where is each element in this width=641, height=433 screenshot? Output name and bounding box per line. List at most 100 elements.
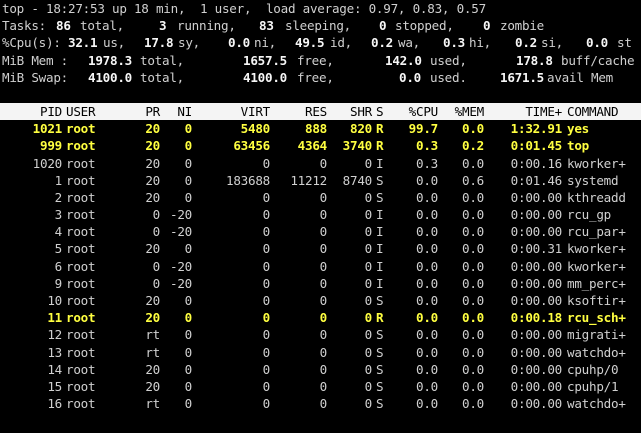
- process-table-header: PID USER PR NI VIRT RES SHR S %CPU %MEM …: [0, 102, 641, 121]
- process-row[interactable]: 11 root 20 0 0 0 0 R 0.0 0.0 0:00.18 rcu_sch+: [0, 309, 641, 326]
- col-cpu[interactable]: %CPU: [388, 103, 439, 120]
- cell-ni: -20: [170, 258, 192, 274]
- cell-mem: 0.0: [462, 121, 484, 137]
- cell-virt: 0: [262, 344, 271, 360]
- tasks-label: Tasks:: [2, 18, 46, 34]
- cell-command: rcu_par+: [567, 224, 626, 240]
- cpu-si: 0.2: [515, 35, 537, 51]
- swap-avail: 1671.5: [500, 69, 544, 85]
- cpu-sy-label: sy,: [178, 35, 200, 51]
- cell-mem: 0.0: [462, 396, 484, 412]
- cell-pr: 0: [152, 258, 161, 274]
- mem-total: 1978.3: [88, 52, 132, 68]
- process-row[interactable]: 1021 root 20 0 5480 888 820 R 99.7 0.0 1:32.91 yes: [0, 120, 641, 137]
- cpu-ni: 0.0: [228, 35, 250, 51]
- cell-shr: 0: [364, 396, 373, 412]
- cell-pr: 20: [145, 310, 160, 326]
- col-mem[interactable]: %MEM: [442, 103, 485, 120]
- cell-res: 0: [319, 344, 328, 360]
- cell-virt: 63456: [233, 138, 270, 154]
- cell-command: kworker+: [567, 155, 626, 171]
- cell-cpu: 0.0: [416, 241, 438, 257]
- cell-ni: 0: [184, 172, 193, 188]
- process-row[interactable]: 15 root 20 0 0 0 0 S 0.0 0.0 0:00.00 cpuhp/1: [0, 378, 641, 395]
- cell-mem: 0.0: [462, 275, 484, 291]
- col-command[interactable]: COMMAND: [567, 103, 619, 120]
- cell-ni: 0: [184, 344, 193, 360]
- col-virt[interactable]: VIRT: [194, 103, 271, 120]
- process-row[interactable]: 10 root 20 0 0 0 0 S 0.0 0.0 0:00.00 ksoftir+: [0, 292, 641, 309]
- cell-state: S: [376, 172, 384, 188]
- cell-command: cpuhp/1: [567, 378, 619, 394]
- cell-ni: 0: [184, 378, 193, 394]
- col-shr[interactable]: SHR: [329, 103, 372, 120]
- cell-command: cpuhp/0: [567, 361, 619, 377]
- cell-command: kthreadd: [567, 189, 626, 205]
- cell-state: S: [376, 361, 384, 377]
- cell-shr: 0: [364, 344, 373, 360]
- cell-mem: 0.0: [462, 344, 484, 360]
- cell-time: 0:00.00: [510, 344, 563, 360]
- cell-command: ksoftir+: [567, 293, 626, 308]
- cell-shr: 0: [364, 241, 373, 257]
- cell-command: kworker+: [567, 258, 626, 274]
- cell-res: 4364: [297, 138, 328, 154]
- cell-virt: 0: [262, 189, 271, 205]
- cell-cpu: 0.0: [416, 344, 438, 360]
- cell-cpu: 0.0: [416, 310, 438, 326]
- process-row[interactable]: 14 root 20 0 0 0 0 S 0.0 0.0 0:00.00 cpuhp/0: [0, 361, 641, 378]
- cell-cpu: 0.0: [416, 378, 438, 394]
- cell-virt: 0: [262, 361, 271, 377]
- cell-pid: 4: [54, 224, 63, 240]
- process-row[interactable]: 13 root rt 0 0 0 0 S 0.0 0.0 0:00.00 watchdo+: [0, 344, 641, 361]
- cell-user: root: [66, 138, 96, 154]
- cell-mem: 0.2: [462, 138, 484, 154]
- process-row[interactable]: 4 root 0 -20 0 0 0 I 0.0 0.0 0:00.00 rcu_par+: [0, 223, 641, 240]
- col-user[interactable]: USER: [66, 103, 96, 120]
- process-row[interactable]: 6 root 0 -20 0 0 0 I 0.0 0.0 0:00.00 kworker+: [0, 258, 641, 275]
- mem-total-label: total,: [140, 52, 184, 68]
- tasks-total: 86: [56, 18, 71, 34]
- cell-virt: 0: [262, 258, 271, 274]
- col-res[interactable]: RES: [272, 103, 327, 120]
- cell-res: 888: [305, 121, 327, 137]
- col-pr[interactable]: PR: [132, 103, 160, 120]
- col-time[interactable]: TIME+: [488, 103, 562, 120]
- mem-used-label: used,: [430, 52, 467, 68]
- tasks-sleeping-label: sleeping,: [285, 18, 351, 34]
- cell-shr: 0: [364, 224, 373, 240]
- cell-time: 1:32.91: [510, 121, 563, 137]
- col-pid[interactable]: PID: [0, 103, 62, 120]
- cell-pid: 5: [54, 241, 63, 257]
- cell-res: 0: [319, 189, 328, 205]
- col-ni[interactable]: NI: [160, 103, 192, 120]
- cpu-sy: 17.8: [144, 35, 174, 51]
- cell-user: root: [66, 172, 96, 188]
- process-row[interactable]: 5 root 20 0 0 0 0 I 0.0 0.0 0:00.31 kworker+: [0, 240, 641, 257]
- cell-virt: 0: [262, 396, 271, 412]
- tasks-stopped: 0: [379, 18, 387, 34]
- process-row[interactable]: 1 root 20 0 183688 11212 8740 S 0.0 0.6 0:01.46 sys…: [0, 172, 641, 189]
- process-row[interactable]: 16 root rt 0 0 0 0 S 0.0 0.0 0:00.00 watchdo+: [0, 395, 641, 412]
- cell-time: 0:01.45: [510, 138, 563, 154]
- cell-pid: 1: [54, 172, 63, 188]
- cell-cpu: 0.0: [416, 275, 438, 291]
- process-row[interactable]: 1020 root 20 0 0 0 0 I 0.3 0.0 0:00.16 kworker+: [0, 155, 641, 172]
- cell-command: rcu_sch+: [567, 310, 626, 326]
- cell-pid: 11: [47, 310, 62, 326]
- tasks-total-label: total,: [80, 18, 124, 34]
- cell-mem: 0.0: [462, 378, 484, 394]
- process-row[interactable]: 999 root 20 0 63456 4364 3740 R 0.3 0.2 0:01.45 top: [0, 137, 641, 154]
- process-row[interactable]: 12 root rt 0 0 0 0 S 0.0 0.0 0:00.00 migrati+: [0, 326, 641, 343]
- process-row[interactable]: 9 root 0 -20 0 0 0 I 0.0 0.0 0:00.00 mm_perc+: [0, 275, 641, 292]
- process-row[interactable]: 2 root 20 0 0 0 0 S 0.0 0.0 0:00.00 kthreadd: [0, 189, 641, 206]
- cell-user: root: [66, 378, 96, 394]
- cpu-st: 0.0: [586, 35, 608, 51]
- cell-time: 0:00.00: [510, 396, 563, 412]
- col-state[interactable]: S: [376, 103, 386, 120]
- mem-label: MiB Mem :: [2, 52, 68, 68]
- tasks-sleeping: 83: [259, 18, 274, 34]
- process-row[interactable]: 3 root 0 -20 0 0 0 I 0.0 0.0 0:00.00 rcu_gp: [0, 206, 641, 223]
- swap-total-label: total,: [140, 69, 184, 85]
- cell-shr: 820: [350, 121, 372, 137]
